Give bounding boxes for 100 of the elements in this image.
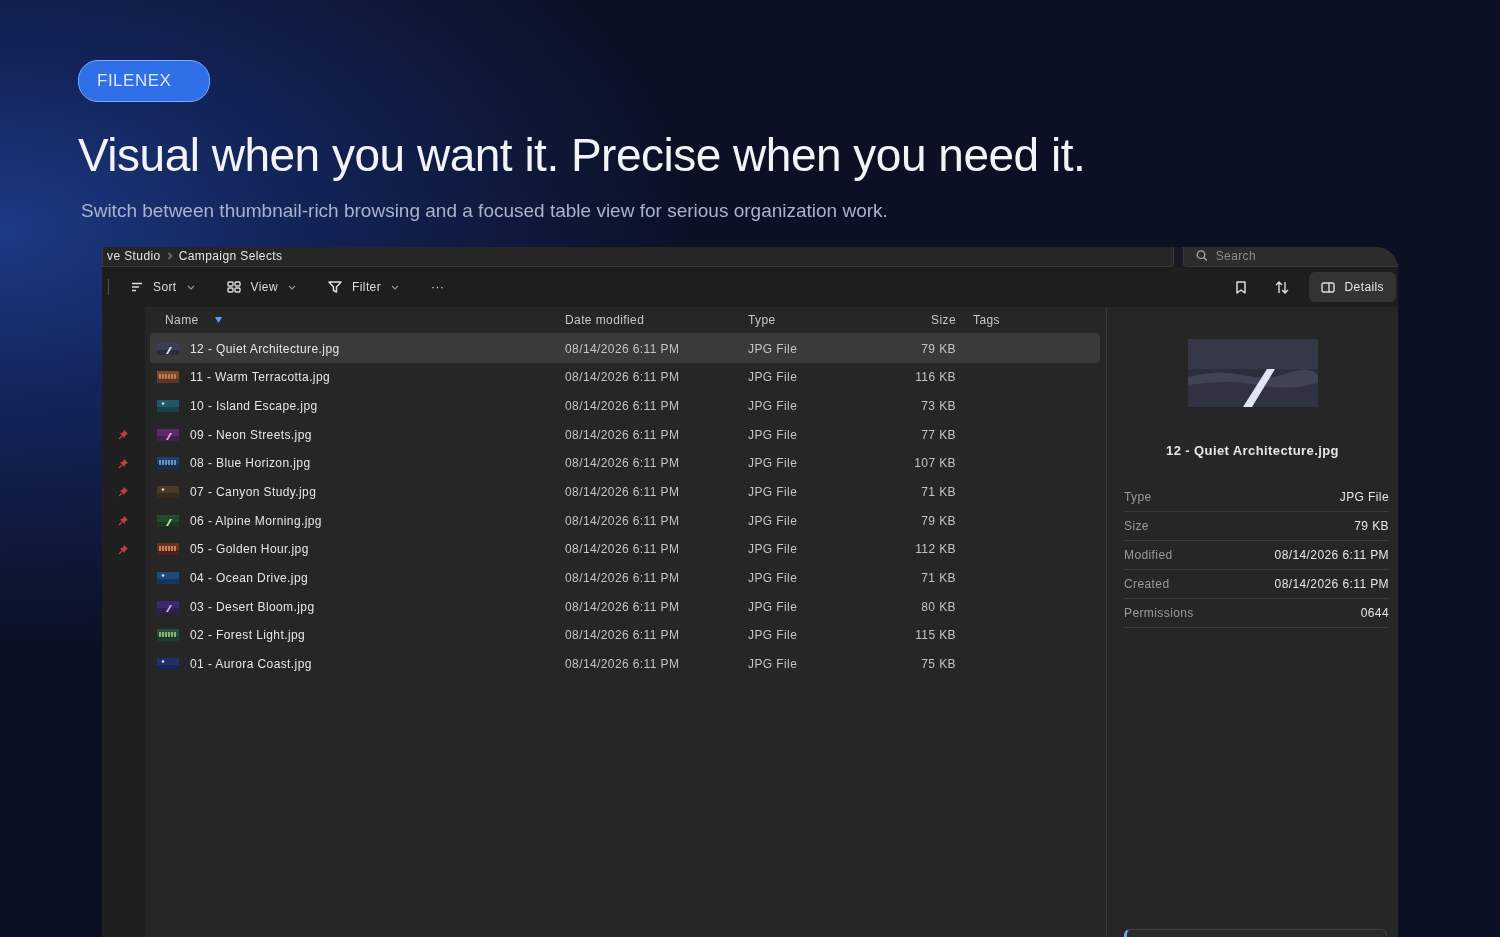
date-cell-text: 08/14/2026 6:11 PM bbox=[565, 369, 681, 387]
file-name: 11 - Warm Terracotta.jpg bbox=[190, 369, 331, 387]
column-header[interactable]: Date modified bbox=[565, 311, 748, 330]
size-cell-text: 73 KB bbox=[920, 397, 956, 415]
file-name: 09 - Neon Streets.jpg bbox=[190, 426, 312, 444]
file-row[interactable]: 02 - Forest Light.jpg 08/14/2026 6:11 PM JPG File 115 KB bbox=[150, 621, 1100, 650]
date-cell-text: 08/14/2026 6:11 PM bbox=[565, 340, 681, 358]
size-cell-text: 80 KB bbox=[920, 598, 956, 616]
file-row[interactable]: 01 - Aurora Coast.jpg 08/14/2026 6:11 PM JPG File 75 KB bbox=[150, 649, 1100, 679]
date-cell-text: 08/14/2026 6:11 PM bbox=[565, 570, 681, 588]
search-icon bbox=[1196, 249, 1208, 263]
size-cell-text: 71 KB bbox=[920, 483, 956, 501]
filter-icon bbox=[328, 281, 342, 294]
date-cell-text: 08/14/2026 6:11 PM bbox=[565, 656, 681, 674]
date-cell-text: 08/14/2026 6:11 PM bbox=[565, 426, 681, 444]
chevron-icon bbox=[166, 251, 173, 260]
file-name: 06 - Alpine Morning.jpg bbox=[190, 512, 322, 530]
type-cell-text: JPG File bbox=[748, 483, 799, 501]
file-name: 05 - Golden Hour.jpg bbox=[190, 541, 309, 559]
file-row[interactable]: 04 - Ocean Drive.jpg 08/14/2026 6:11 PM JPG File 71 KB bbox=[150, 563, 1100, 593]
search-input[interactable]: Search bbox=[1215, 247, 1385, 265]
file-row[interactable]: 06 - Alpine Morning.jpg 08/14/2026 6:11 PM JPG File 79 KB bbox=[150, 506, 1100, 535]
file-row[interactable]: 09 - Neon Streets.jpg 08/14/2026 6:11 PM JPG File 77 KB bbox=[150, 420, 1100, 449]
date-cell-text: 08/14/2026 6:11 PM bbox=[565, 598, 681, 616]
file-row[interactable]: 05 - Golden Hour.jpg 08/14/2026 6:11 PM JPG File 112 KB bbox=[150, 535, 1100, 564]
column-header[interactable]: Type bbox=[748, 311, 868, 330]
type-cell-text: JPG File bbox=[748, 512, 799, 530]
date-cell-text: 08/14/2026 6:11 PM bbox=[565, 397, 681, 415]
file-name: 04 - Ocean Drive.jpg bbox=[190, 570, 309, 588]
caret-icon bbox=[186, 284, 195, 290]
column-header[interactable]: Name bbox=[150, 311, 565, 330]
up-down-arrows-icon bbox=[1274, 280, 1289, 294]
type-cell-text: JPG File bbox=[748, 369, 799, 387]
size-cell-text: 79 KB bbox=[920, 340, 956, 358]
file-row[interactable]: 08 - Blue Horizon.jpg 08/14/2026 6:11 PM JPG File 107 KB bbox=[150, 448, 1100, 478]
type-cell-text: JPG File bbox=[748, 455, 799, 473]
type-cell-text: JPG File bbox=[748, 570, 799, 588]
bookmark-icon bbox=[1234, 280, 1247, 294]
file-name: 01 - Aurora Coast.jpg bbox=[190, 656, 312, 674]
file-name: 02 - Forest Light.jpg bbox=[190, 627, 306, 645]
size-cell-text: 75 KB bbox=[920, 656, 956, 674]
date-cell-text: 08/14/2026 6:11 PM bbox=[565, 483, 681, 501]
file-name: 08 - Blue Horizon.jpg bbox=[190, 455, 311, 473]
property-label: Type bbox=[1124, 488, 1152, 506]
sort-button[interactable]: Sort bbox=[125, 274, 201, 301]
property-value: JPG File bbox=[1339, 488, 1389, 506]
size-cell-text: 77 KB bbox=[920, 426, 956, 444]
file-name: 12 - Quiet Architecture.jpg bbox=[1165, 442, 1340, 461]
property-label: Created bbox=[1124, 575, 1170, 593]
subtitle: Switch between thumbnail-rich browsing and a focused table view for serious organization work. bbox=[81, 198, 889, 223]
property-value: 0644 bbox=[1360, 604, 1389, 622]
breadcrumb-item[interactable]: Campaign Selects bbox=[178, 247, 283, 265]
file-row[interactable]: 07 - Canyon Study.jpg 08/14/2026 6:11 PM JPG File 71 KB bbox=[150, 477, 1100, 507]
date-cell-text: 08/14/2026 6:11 PM bbox=[565, 512, 681, 530]
filter-button[interactable]: Filter bbox=[322, 274, 406, 301]
property-value: 08/14/2026 6:11 PM bbox=[1274, 575, 1389, 593]
type-cell-text: JPG File bbox=[748, 598, 799, 616]
size-cell-text: 116 KB bbox=[914, 369, 956, 387]
type-cell-text: JPG File bbox=[748, 656, 799, 674]
sort-arrow-icon bbox=[214, 317, 222, 324]
property-value: 08/14/2026 6:11 PM bbox=[1274, 546, 1389, 564]
brand-badge: FILENEX bbox=[78, 60, 210, 102]
type-cell-text: JPG File bbox=[748, 340, 799, 358]
sort-lines-icon bbox=[131, 282, 143, 293]
breadcrumb-item[interactable]: ve Studio bbox=[107, 247, 161, 265]
size-cell-text: 112 KB bbox=[914, 541, 956, 559]
property-value: 79 KB bbox=[1354, 517, 1389, 535]
file-row[interactable]: 12 - Quiet Architecture.jpg 08/14/2026 6:11 PM JPG File 79 KB bbox=[150, 334, 1100, 363]
grid-icon bbox=[226, 281, 241, 294]
date-cell-text: 08/14/2026 6:11 PM bbox=[565, 627, 681, 645]
date-cell-text: 08/14/2026 6:11 PM bbox=[565, 455, 681, 473]
search-field[interactable]: Search bbox=[1183, 247, 1398, 268]
headline: Visual when you want it. Precise when you need it. bbox=[78, 127, 1087, 183]
caret-icon bbox=[391, 284, 400, 290]
property-label: Size bbox=[1124, 517, 1149, 535]
column-header[interactable]: Tags bbox=[956, 311, 1100, 330]
file-name: 03 - Desert Bloom.jpg bbox=[190, 598, 315, 616]
file-row[interactable]: 11 - Warm Terracotta.jpg 08/14/2026 6:11 PM JPG File 116 KB bbox=[150, 362, 1100, 392]
type-cell-text: JPG File bbox=[748, 541, 799, 559]
file-name: 10 - Island Escape.jpg bbox=[190, 397, 318, 415]
details-button[interactable]: Details bbox=[1308, 272, 1396, 303]
size-cell-text: 115 KB bbox=[914, 627, 956, 645]
file-name: 07 - Canyon Study.jpg bbox=[190, 483, 317, 501]
type-cell-text: JPG File bbox=[748, 627, 799, 645]
file-row[interactable]: 10 - Island Escape.jpg 08/14/2026 6:11 PM JPG File 73 KB bbox=[150, 391, 1100, 421]
view-button[interactable]: View bbox=[220, 274, 302, 301]
size-cell-text: 79 KB bbox=[920, 512, 956, 530]
caret-icon bbox=[288, 284, 296, 290]
date-cell-text: 08/14/2026 6:11 PM bbox=[565, 541, 681, 559]
more-button[interactable]: ··· bbox=[425, 274, 451, 301]
column-header[interactable]: Size bbox=[868, 311, 956, 330]
size-cell-text: 71 KB bbox=[920, 570, 956, 588]
size-cell-text: 107 KB bbox=[913, 455, 956, 473]
property-label: Modified bbox=[1124, 546, 1173, 564]
property-label: Permissions bbox=[1124, 604, 1194, 622]
panel-icon bbox=[1320, 281, 1335, 293]
type-cell-text: JPG File bbox=[748, 426, 799, 444]
file-row[interactable]: 03 - Desert Bloom.jpg 08/14/2026 6:11 PM JPG File 80 KB bbox=[150, 592, 1100, 622]
file-name: 12 - Quiet Architecture.jpg bbox=[190, 340, 340, 358]
type-cell-text: JPG File bbox=[748, 397, 799, 415]
